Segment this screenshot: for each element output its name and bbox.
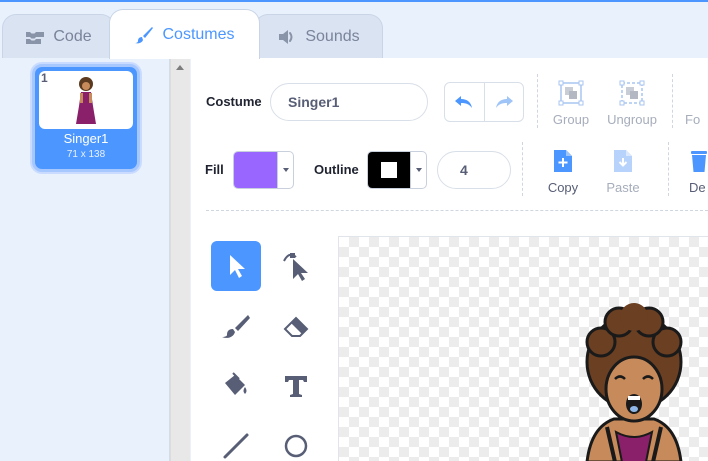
text-tool-button[interactable] (271, 361, 321, 411)
toolbar-divider (522, 142, 523, 196)
paste-icon (614, 150, 632, 172)
caret-down-icon (282, 168, 289, 172)
tab-costumes[interactable]: Costumes (109, 9, 260, 59)
outline-dropdown-caret (410, 152, 426, 188)
tab-sounds[interactable]: Sounds (254, 14, 383, 58)
costume-item[interactable]: 1 Singer1 71 x 138 (32, 64, 140, 172)
redo-icon (495, 96, 513, 108)
arrow-cursor-icon (230, 255, 245, 278)
fill-tool-button[interactable] (211, 361, 261, 411)
reshape-cursor-icon (283, 253, 308, 281)
costume-size: 71 x 138 (66, 149, 106, 160)
tab-sounds-label: Sounds (305, 27, 360, 45)
circle-icon (284, 434, 308, 458)
undo-icon (455, 96, 473, 108)
outline-label: Outline (314, 162, 359, 177)
paste-button[interactable]: Paste (595, 148, 651, 195)
delete-label: De (689, 180, 706, 195)
fill-dropdown-caret (277, 152, 293, 188)
brush-icon (222, 315, 250, 338)
forward-icon (685, 80, 708, 106)
eraser-icon (283, 316, 309, 337)
copy-label: Copy (547, 180, 579, 195)
scroll-up-arrow-icon[interactable] (176, 65, 184, 70)
paint-editor: Costume Singer1 Group Ungroup Fo Fill Ou… (191, 58, 708, 461)
costume-number: 1 (41, 71, 48, 85)
costume-name-label: Costume (206, 94, 262, 109)
circle-tool-button[interactable] (271, 421, 321, 461)
speaker-icon (279, 29, 293, 44)
forward-button[interactable]: Fo (685, 80, 708, 127)
singer-thumbnail-icon (76, 77, 96, 124)
paintbrush-icon (135, 26, 154, 43)
outline-inner-square (381, 162, 398, 178)
ungroup-label: Ungroup (607, 112, 657, 127)
toolbar-divider (537, 74, 538, 128)
group-label: Group (552, 112, 590, 127)
fill-label: Fill (205, 162, 224, 177)
tab-code-label: Code (53, 27, 92, 45)
redo-button[interactable] (483, 83, 523, 121)
outline-width-input[interactable]: 4 (437, 151, 511, 189)
undo-redo-group (444, 82, 524, 122)
singer-costume-drawing (585, 303, 683, 461)
outline-color-swatch (368, 152, 411, 188)
brush-tool-button[interactable] (211, 301, 261, 351)
costume-name-input[interactable]: Singer1 (270, 83, 428, 121)
toolbar-divider (672, 74, 673, 128)
tab-code[interactable]: Code (2, 14, 115, 58)
editor-tabs: Code Sounds Costumes (0, 0, 708, 59)
costume-name: Singer1 (63, 131, 109, 146)
fill-color-swatch (234, 152, 277, 188)
ungroup-icon (619, 80, 645, 106)
select-tool-button[interactable] (211, 241, 261, 291)
costume-thumbnail (39, 71, 133, 129)
outline-color-picker[interactable] (367, 151, 427, 189)
group-icon (558, 80, 584, 106)
undo-button[interactable] (445, 83, 484, 121)
paste-label: Paste (606, 180, 640, 195)
line-tool-button[interactable] (211, 421, 261, 461)
line-icon (223, 433, 249, 459)
fill-color-picker[interactable] (233, 151, 294, 189)
reshape-tool-button[interactable] (271, 241, 321, 291)
copy-icon (554, 150, 572, 172)
toolbar-divider (668, 142, 669, 196)
trash-icon (691, 151, 707, 172)
eraser-tool-button[interactable] (271, 301, 321, 351)
ungroup-button[interactable]: Ungroup (602, 80, 662, 127)
tab-costumes-label: Costumes (162, 25, 235, 43)
paint-canvas[interactable] (338, 236, 708, 461)
copy-button[interactable]: Copy (535, 148, 591, 195)
caret-down-icon (415, 168, 422, 172)
paint-bucket-icon (225, 372, 247, 395)
costume-list-scrollbar[interactable] (170, 58, 190, 461)
code-blocks-icon (26, 31, 45, 44)
toolbar-bottom-divider (206, 210, 708, 211)
forward-label: Fo (685, 112, 701, 127)
text-t-icon (285, 376, 307, 397)
group-button[interactable]: Group (543, 80, 599, 127)
delete-button[interactable]: De (689, 148, 708, 195)
